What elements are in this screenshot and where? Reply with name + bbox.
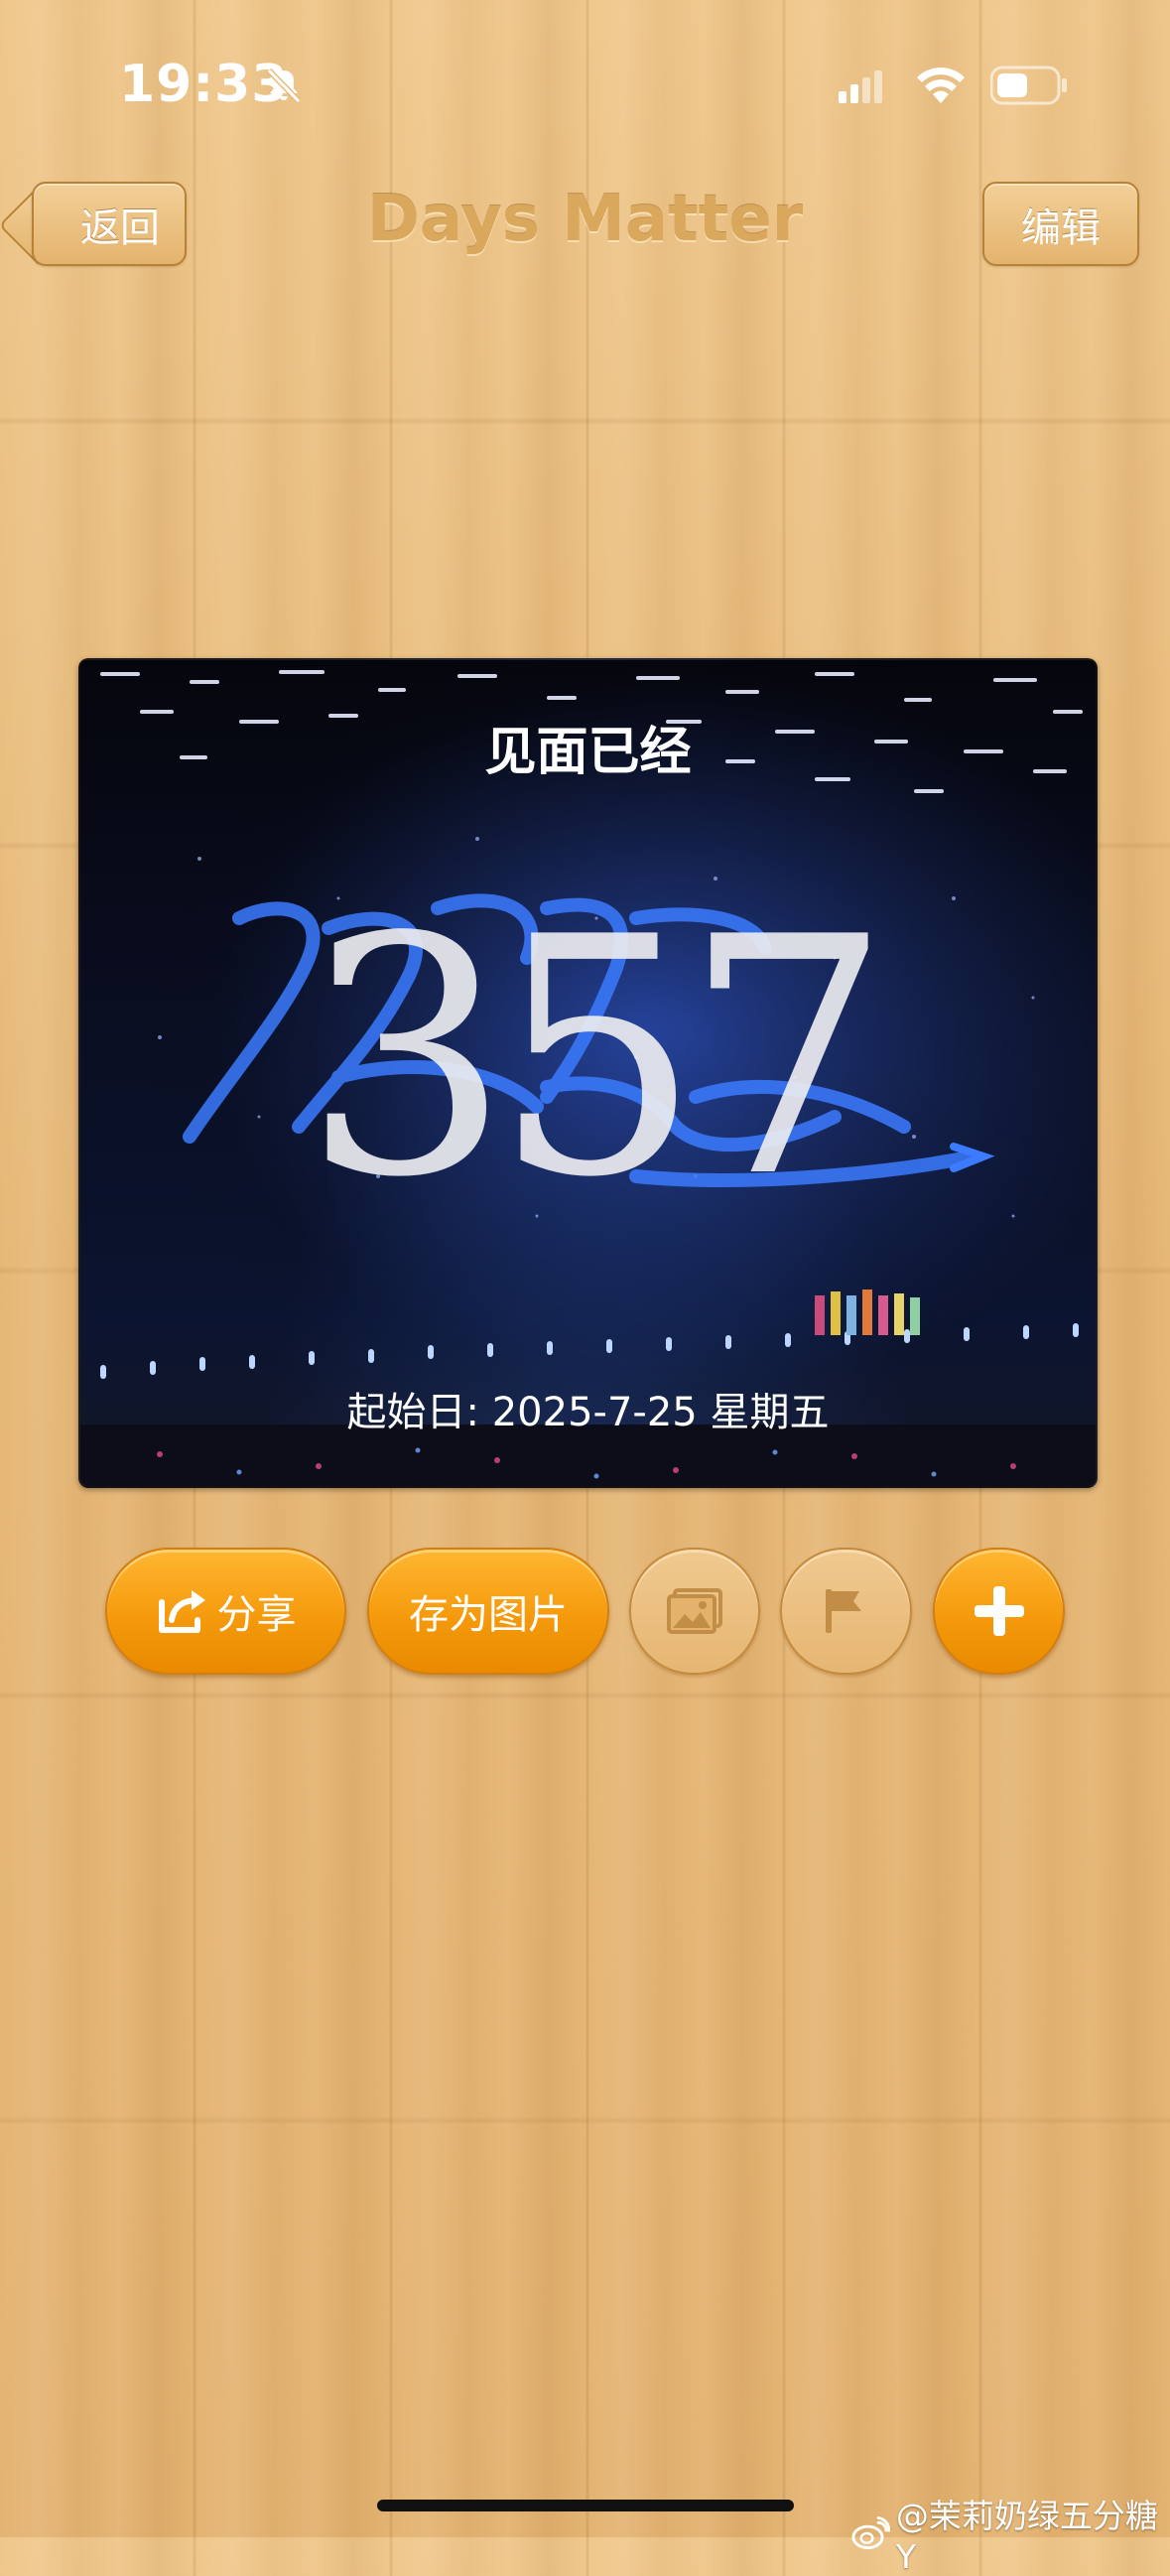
day-counter-card[interactable]: 见面已经 357 起始日: 2025-7-25 星期五 [78,658,1098,1488]
battery-icon [990,66,1067,105]
wifi-icon [917,68,965,103]
bell-slash-icon [266,68,302,104]
edit-button[interactable]: 编辑 [982,182,1139,266]
day-count: 357 [302,868,892,1249]
photo-icon [667,1588,722,1634]
watermark: @茉莉奶绿五分糖Y [851,2490,1170,2576]
status-time: 19:33 [119,55,289,114]
watermark-text: @茉莉奶绿五分糖Y [895,2497,1158,2576]
start-date: 起始日: 2025-7-25 星期五 [346,1390,830,1435]
status-bar: 19:33 [0,0,1170,169]
plus-icon [974,1586,1024,1636]
save-image-button[interactable]: 存为图片 [367,1548,609,1675]
share-icon [158,1590,205,1633]
flag-button[interactable] [780,1548,912,1675]
signal-icon [839,70,882,103]
add-button[interactable] [933,1548,1065,1675]
flag-icon [825,1589,861,1633]
weibo-icon [851,2515,890,2549]
photo-button[interactable] [629,1548,760,1675]
card-heading: 见面已经 [484,723,692,782]
share-button[interactable]: 分享 [105,1548,346,1675]
share-button-label: 分享 [216,1592,297,1638]
home-indicator[interactable] [377,2500,794,2511]
save-image-button-label: 存为图片 [409,1592,568,1638]
edit-button-label: 编辑 [1021,204,1101,251]
